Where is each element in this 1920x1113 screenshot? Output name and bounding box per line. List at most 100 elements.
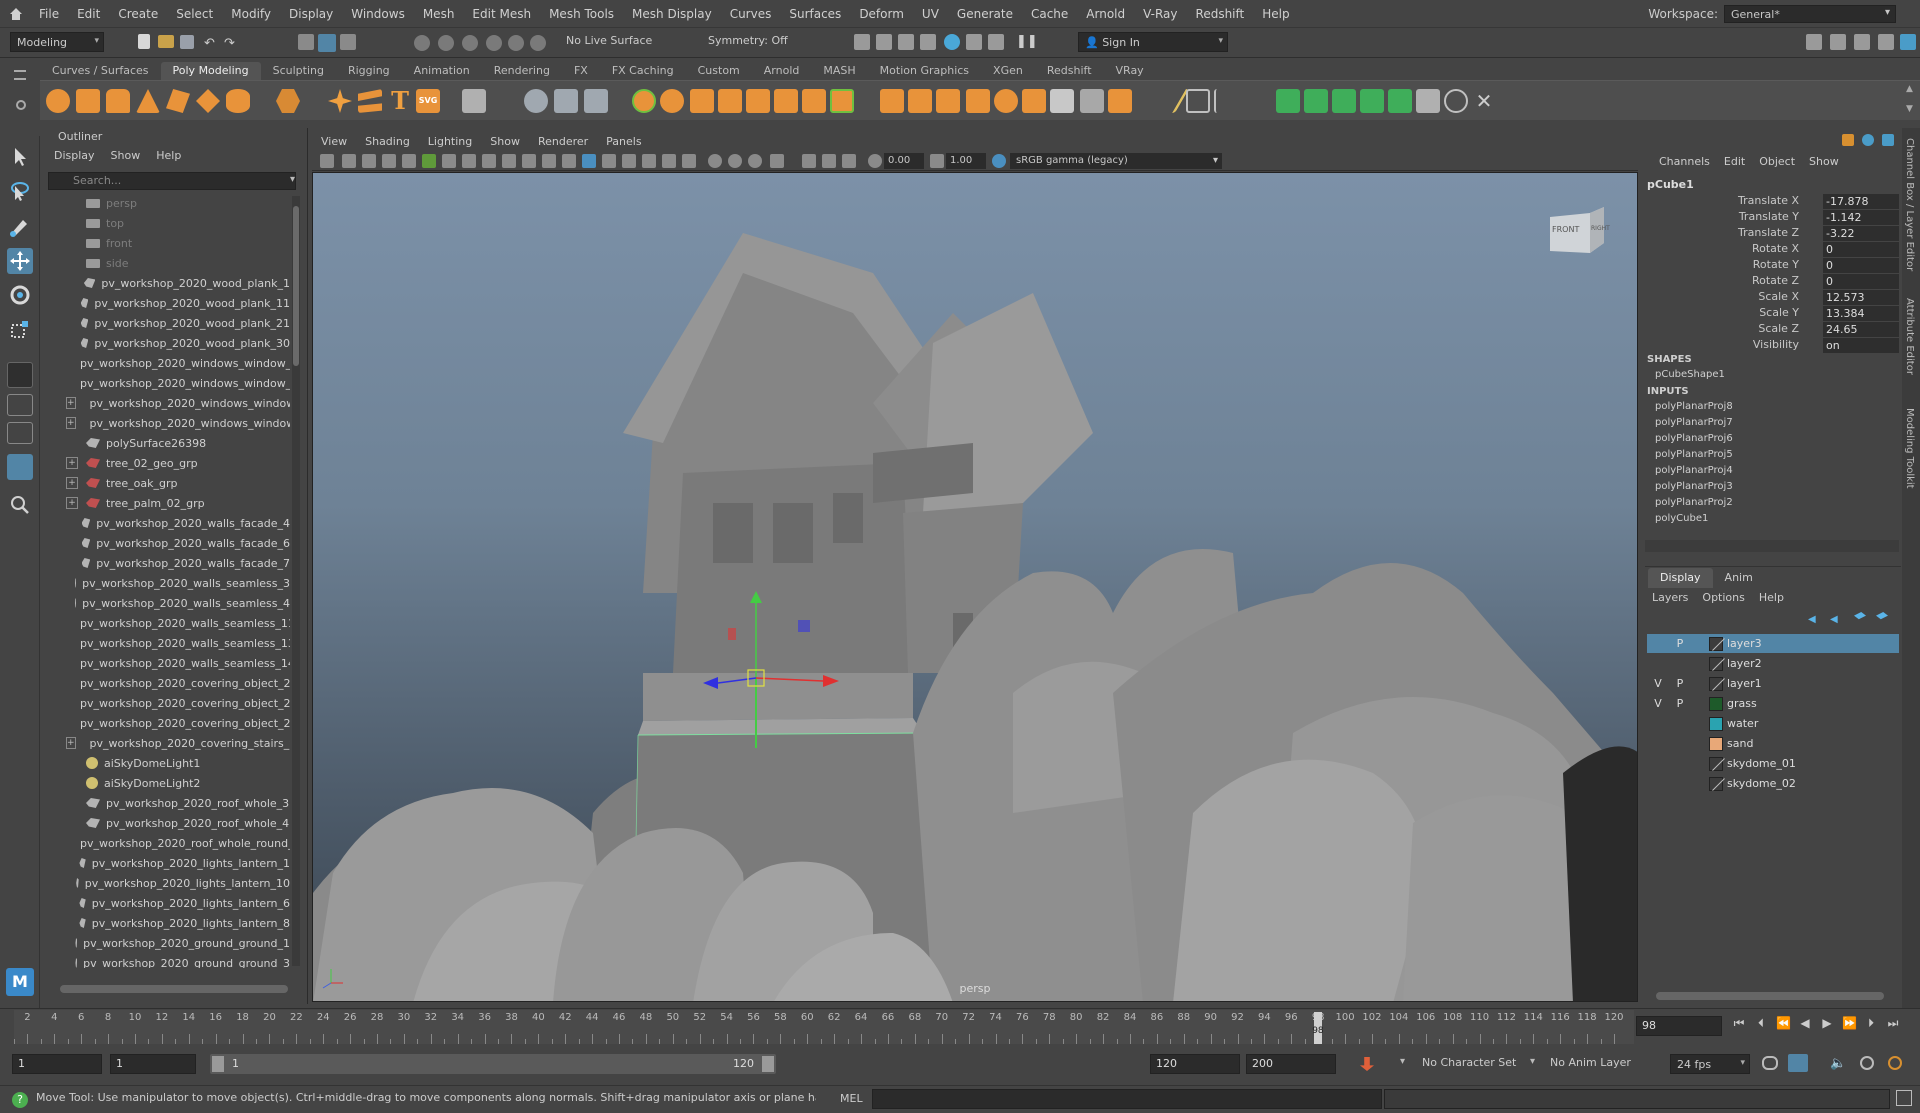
side-tab-0[interactable]: Channel Box / Layer Editor — [1904, 138, 1915, 271]
open-scene-icon[interactable] — [158, 35, 174, 48]
channel-name[interactable]: Visibility — [1753, 338, 1799, 351]
go-to-start-icon[interactable]: ⏮ — [1732, 1016, 1746, 1030]
outliner-item[interactable]: aiSkyDomeLight1 — [40, 753, 290, 773]
current-frame-marker[interactable]: 98 — [1312, 1012, 1324, 1044]
cb-icon-3[interactable] — [1882, 134, 1894, 146]
channel-value[interactable]: 0 — [1823, 242, 1899, 257]
outliner-item[interactable]: pv_workshop_2020_wood_plank_30 — [40, 333, 290, 353]
chamfer-icon[interactable] — [1080, 89, 1104, 113]
undo-icon[interactable]: ↶ — [204, 36, 218, 51]
poke-icon[interactable] — [994, 89, 1018, 113]
layer-down-icon[interactable]: ◀ — [1830, 614, 1838, 625]
outliner-item[interactable]: pv_workshop_2020_covering_object_23 — [40, 673, 290, 693]
save-scene-icon[interactable] — [180, 35, 194, 49]
rotate-tool-icon[interactable] — [7, 282, 33, 308]
outliner-menu-show[interactable]: Show — [111, 149, 141, 162]
layer-color-swatch[interactable] — [1709, 656, 1723, 671]
layer-row[interactable]: sand — [1647, 734, 1899, 753]
side-tab-1[interactable]: Attribute Editor — [1904, 298, 1915, 375]
lasso-tool-icon[interactable] — [7, 178, 33, 204]
symmetry-field[interactable]: Symmetry: Off — [708, 34, 788, 47]
anim-layer[interactable]: No Anim Layer — [1550, 1056, 1631, 1069]
input-node[interactable]: polyPlanarProj8 — [1655, 401, 1733, 412]
channel-row[interactable]: Rotate Z 0 — [1645, 274, 1901, 290]
gamma-field[interactable]: 1.00 — [946, 153, 986, 169]
poly-pyramid-icon[interactable] — [196, 89, 220, 113]
range-handle-right[interactable] — [762, 1056, 774, 1072]
expand-icon[interactable]: + — [66, 457, 78, 469]
outliner-item[interactable]: + tree_palm_02_grp — [40, 493, 290, 513]
menu-generate[interactable]: Generate — [948, 7, 1022, 21]
expand-icon[interactable]: + — [66, 417, 76, 429]
menu-mesh-tools[interactable]: Mesh Tools — [540, 7, 623, 21]
outliner-item[interactable]: top — [40, 213, 290, 233]
outliner-item[interactable]: + tree_02_geo_grp — [40, 453, 290, 473]
snap-surface-icon[interactable] — [508, 35, 524, 51]
range-handle-left[interactable] — [212, 1056, 224, 1072]
input-node[interactable]: polyPlanarProj7 — [1655, 417, 1733, 428]
platonic-solid-icon[interactable] — [276, 89, 300, 113]
menu-v-ray[interactable]: V-Ray — [1134, 7, 1186, 21]
viewcube-right[interactable]: RIGHT — [1591, 225, 1610, 232]
shelf-tab-vray[interactable]: VRay — [1104, 62, 1156, 80]
channel-value[interactable]: on — [1823, 338, 1899, 353]
attribute-editor-icon[interactable] — [1830, 34, 1846, 50]
connect-icon[interactable] — [936, 89, 960, 113]
wireframe-icon[interactable] — [562, 154, 576, 168]
ipr-render-icon[interactable] — [898, 34, 914, 50]
poly-sphere-icon[interactable] — [46, 89, 70, 113]
layer-visibility-toggle[interactable]: V — [1647, 697, 1669, 710]
channel-name[interactable]: Scale Y — [1759, 306, 1799, 319]
outliner-item[interactable]: pv_workshop_2020_wood_plank_11 — [40, 293, 290, 313]
outliner-horizontal-scrollbar[interactable] — [60, 985, 288, 993]
viewcube-front[interactable]: FRONT — [1552, 225, 1579, 234]
multi-cut-icon[interactable] — [880, 89, 904, 113]
menu-surfaces[interactable]: Surfaces — [780, 7, 850, 21]
bevel-icon[interactable] — [774, 89, 798, 113]
menu-display[interactable]: Display — [280, 7, 342, 21]
shadows-icon[interactable] — [662, 154, 676, 168]
layer-color-swatch[interactable] — [1709, 636, 1723, 651]
fps-dropdown[interactable]: 24 fps ▾ — [1670, 1054, 1750, 1074]
channel-menu-channels[interactable]: Channels — [1659, 155, 1710, 168]
menu-edit-mesh[interactable]: Edit Mesh — [463, 7, 540, 21]
side-tab-2[interactable]: Modeling Toolkit — [1904, 408, 1915, 489]
outliner-item[interactable]: pv_workshop_2020_windows_window_3 — [40, 373, 290, 393]
channel-row[interactable]: Scale Z 24.65 — [1645, 322, 1901, 338]
outliner-item[interactable]: front — [40, 233, 290, 253]
shelf-tab-motion-graphics[interactable]: Motion Graphics — [868, 62, 981, 80]
channel-menu-edit[interactable]: Edit — [1724, 155, 1745, 168]
viewport-3d[interactable]: FRONT RIGHT persp — [312, 172, 1638, 1002]
snap-grid-icon[interactable] — [414, 35, 430, 51]
wireframe-on-shaded-icon[interactable] — [602, 154, 616, 168]
layer-playback-toggle[interactable]: P — [1669, 637, 1691, 650]
shelf-tab-mash[interactable]: MASH — [811, 62, 867, 80]
channel-value[interactable]: -3.22 — [1823, 226, 1899, 241]
outliner-item[interactable]: pv_workshop_2020_walls_seamless_3 — [40, 573, 290, 593]
lights-icon[interactable] — [642, 154, 656, 168]
input-node[interactable]: polyPlanarProj4 — [1655, 465, 1733, 476]
mel-label[interactable]: MEL — [840, 1092, 863, 1105]
xray-icon[interactable] — [802, 154, 816, 168]
channel-value[interactable]: 0 — [1823, 258, 1899, 273]
menu-cache[interactable]: Cache — [1022, 7, 1077, 21]
safe-action-icon[interactable] — [542, 154, 556, 168]
render-frame-icon[interactable] — [876, 34, 892, 50]
menu-modify[interactable]: Modify — [222, 7, 280, 21]
home-icon[interactable] — [0, 0, 30, 28]
resolution-gate-icon[interactable] — [482, 154, 496, 168]
smooth-shade-icon[interactable] — [582, 154, 596, 168]
scale-tool-icon[interactable] — [7, 316, 33, 342]
outliner-item[interactable]: pv_workshop_2020_lights_lantern_6 — [40, 893, 290, 913]
menu-windows[interactable]: Windows — [342, 7, 414, 21]
outliner-item[interactable]: persp — [40, 193, 290, 213]
collapse-icon[interactable] — [1108, 89, 1132, 113]
wedge-icon[interactable] — [1022, 89, 1046, 113]
menu-uv[interactable]: UV — [913, 7, 948, 21]
target-weld-icon[interactable] — [908, 89, 932, 113]
layer-horizontal-scrollbar[interactable] — [1656, 992, 1884, 1000]
menu-deform[interactable]: Deform — [850, 7, 913, 21]
search-icon[interactable] — [7, 492, 33, 518]
layer-up-icon[interactable]: ◀ — [1808, 614, 1816, 625]
outliner-item[interactable]: polySurface26398 — [40, 433, 290, 453]
